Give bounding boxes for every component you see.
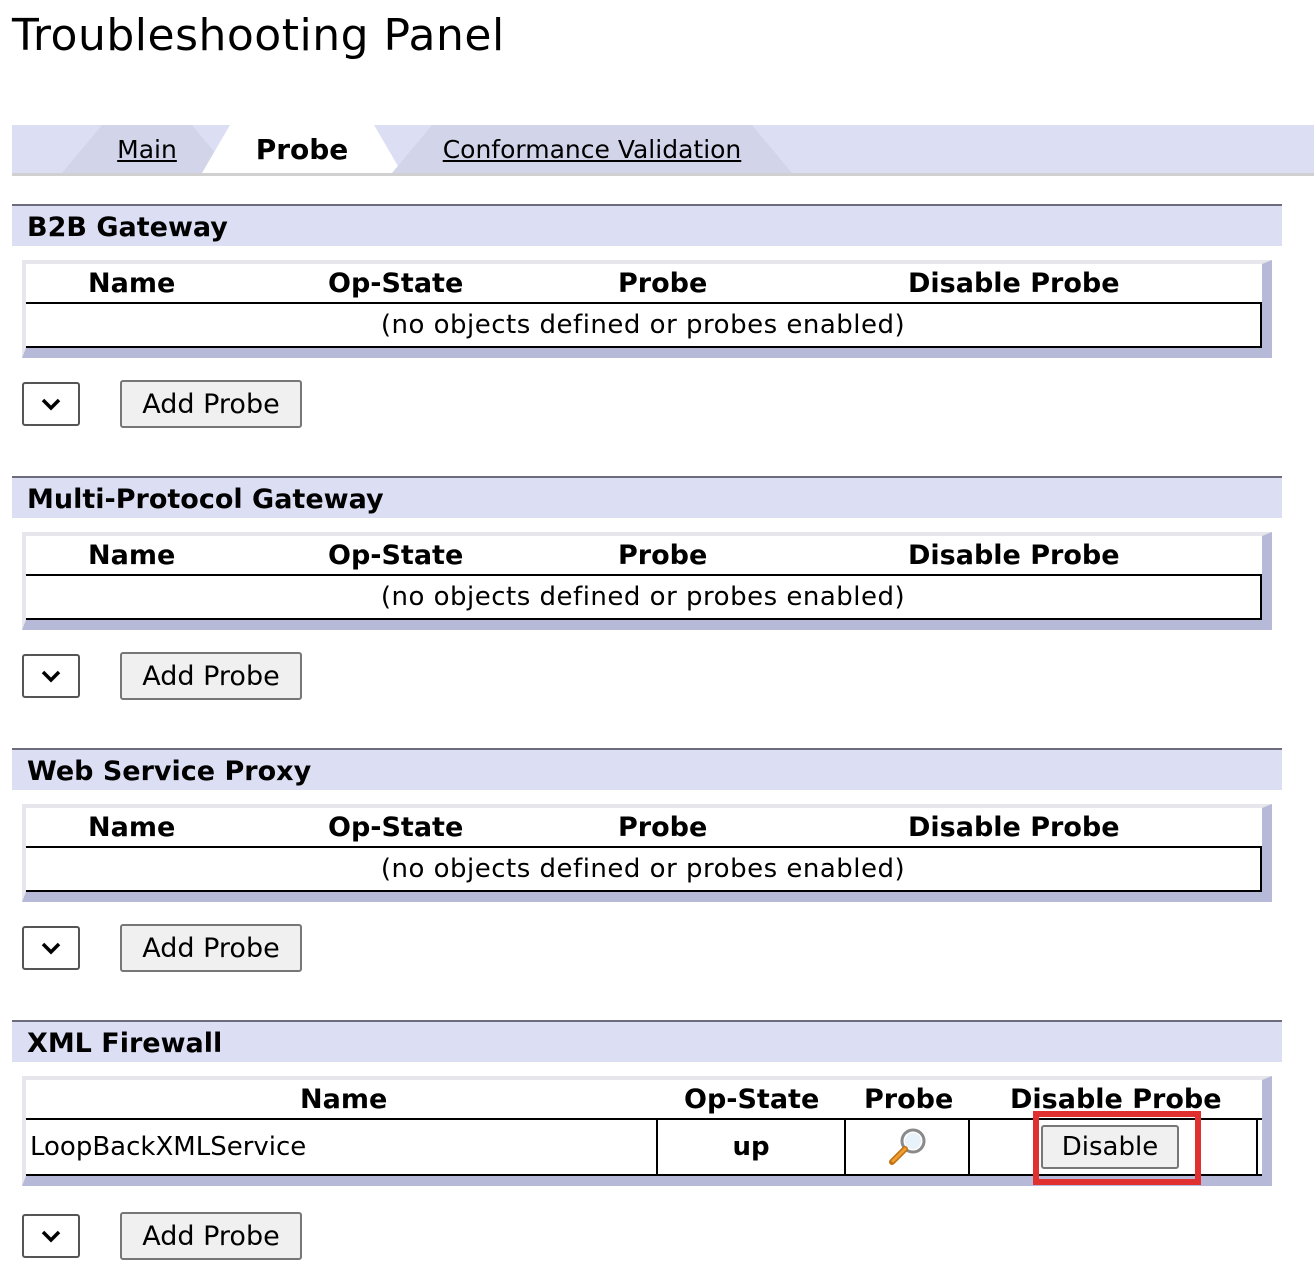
add-probe-button[interactable]: Add Probe bbox=[120, 924, 302, 972]
tab-probe-label: Probe bbox=[255, 132, 349, 166]
col-name: Name bbox=[88, 268, 176, 299]
object-select[interactable] bbox=[22, 1214, 80, 1258]
section-web-service-proxy: Web Service Proxy Name Op-State Probe Di… bbox=[12, 748, 1282, 978]
col-name: Name bbox=[88, 812, 176, 843]
probe-cell bbox=[846, 1120, 968, 1174]
col-op-state: Op-State bbox=[328, 540, 464, 571]
probe-controls: Add Probe bbox=[22, 924, 322, 974]
disable-cell: Disable bbox=[970, 1120, 1250, 1174]
section-header: Multi-Protocol Gateway bbox=[12, 476, 1282, 518]
col-disable-probe: Disable Probe bbox=[1010, 1084, 1222, 1115]
probe-controls: Add Probe bbox=[22, 380, 322, 430]
object-name: LoopBackXMLService bbox=[30, 1132, 307, 1162]
col-disable-probe: Disable Probe bbox=[908, 540, 1120, 571]
probe-controls: Add Probe bbox=[22, 1212, 322, 1262]
chevron-down-icon bbox=[41, 670, 61, 683]
probe-table: Name Op-State Probe Disable Probe (no ob… bbox=[22, 260, 1272, 358]
chevron-down-icon bbox=[41, 398, 61, 411]
section-multi-protocol-gateway: Multi-Protocol Gateway Name Op-State Pro… bbox=[12, 476, 1282, 706]
col-probe: Probe bbox=[618, 540, 708, 571]
section-header: Web Service Proxy bbox=[12, 748, 1282, 790]
col-disable-probe: Disable Probe bbox=[908, 268, 1120, 299]
col-name: Name bbox=[88, 540, 176, 571]
add-probe-button[interactable]: Add Probe bbox=[120, 652, 302, 700]
table-header: Name Op-State Probe Disable Probe bbox=[26, 808, 1262, 848]
probe-table: Name Op-State Probe Disable Probe LoopBa… bbox=[22, 1076, 1272, 1186]
col-probe: Probe bbox=[618, 812, 708, 843]
object-select[interactable] bbox=[22, 382, 80, 426]
section-header: XML Firewall bbox=[12, 1020, 1282, 1062]
col-probe: Probe bbox=[618, 268, 708, 299]
object-select[interactable] bbox=[22, 654, 80, 698]
tab-conformance-validation[interactable]: Conformance Validation bbox=[392, 125, 792, 173]
op-state-value: up bbox=[732, 1132, 770, 1162]
add-probe-button[interactable]: Add Probe bbox=[120, 380, 302, 428]
probe-table: Name Op-State Probe Disable Probe (no ob… bbox=[22, 532, 1272, 630]
col-op-state: Op-State bbox=[328, 268, 464, 299]
table-row: LoopBackXMLService up Disable bbox=[26, 1120, 1262, 1176]
tab-probe[interactable]: Probe bbox=[202, 125, 402, 173]
chevron-down-icon bbox=[41, 1230, 61, 1243]
page-title: Troubleshooting Panel bbox=[12, 10, 505, 61]
empty-message: (no objects defined or probes enabled) bbox=[26, 576, 1262, 620]
section-header: B2B Gateway bbox=[12, 204, 1282, 246]
table-header: Name Op-State Probe Disable Probe bbox=[26, 536, 1262, 576]
section-xml-firewall: XML Firewall Name Op-State Probe Disable… bbox=[12, 1020, 1282, 1270]
tab-bar: Main Probe Conformance Validation bbox=[12, 125, 1314, 176]
chevron-down-icon bbox=[41, 942, 61, 955]
column-divider bbox=[1256, 1120, 1258, 1174]
col-name: Name bbox=[300, 1084, 388, 1115]
magnifier-icon[interactable] bbox=[885, 1125, 929, 1169]
empty-message: (no objects defined or probes enabled) bbox=[26, 848, 1262, 892]
add-probe-button[interactable]: Add Probe bbox=[120, 1212, 302, 1260]
section-b2b-gateway: B2B Gateway Name Op-State Probe Disable … bbox=[12, 204, 1282, 434]
empty-message: (no objects defined or probes enabled) bbox=[26, 304, 1262, 348]
object-select[interactable] bbox=[22, 926, 80, 970]
disable-probe-button[interactable]: Disable bbox=[1041, 1125, 1179, 1169]
col-probe: Probe bbox=[864, 1084, 954, 1115]
col-op-state: Op-State bbox=[328, 812, 464, 843]
col-disable-probe: Disable Probe bbox=[908, 812, 1120, 843]
table-header: Name Op-State Probe Disable Probe bbox=[26, 264, 1262, 304]
tab-conformance-label: Conformance Validation bbox=[442, 134, 742, 164]
tab-main-label: Main bbox=[117, 134, 177, 164]
probe-table: Name Op-State Probe Disable Probe (no ob… bbox=[22, 804, 1272, 902]
col-op-state: Op-State bbox=[684, 1084, 820, 1115]
table-header: Name Op-State Probe Disable Probe bbox=[26, 1080, 1262, 1120]
probe-controls: Add Probe bbox=[22, 652, 322, 702]
